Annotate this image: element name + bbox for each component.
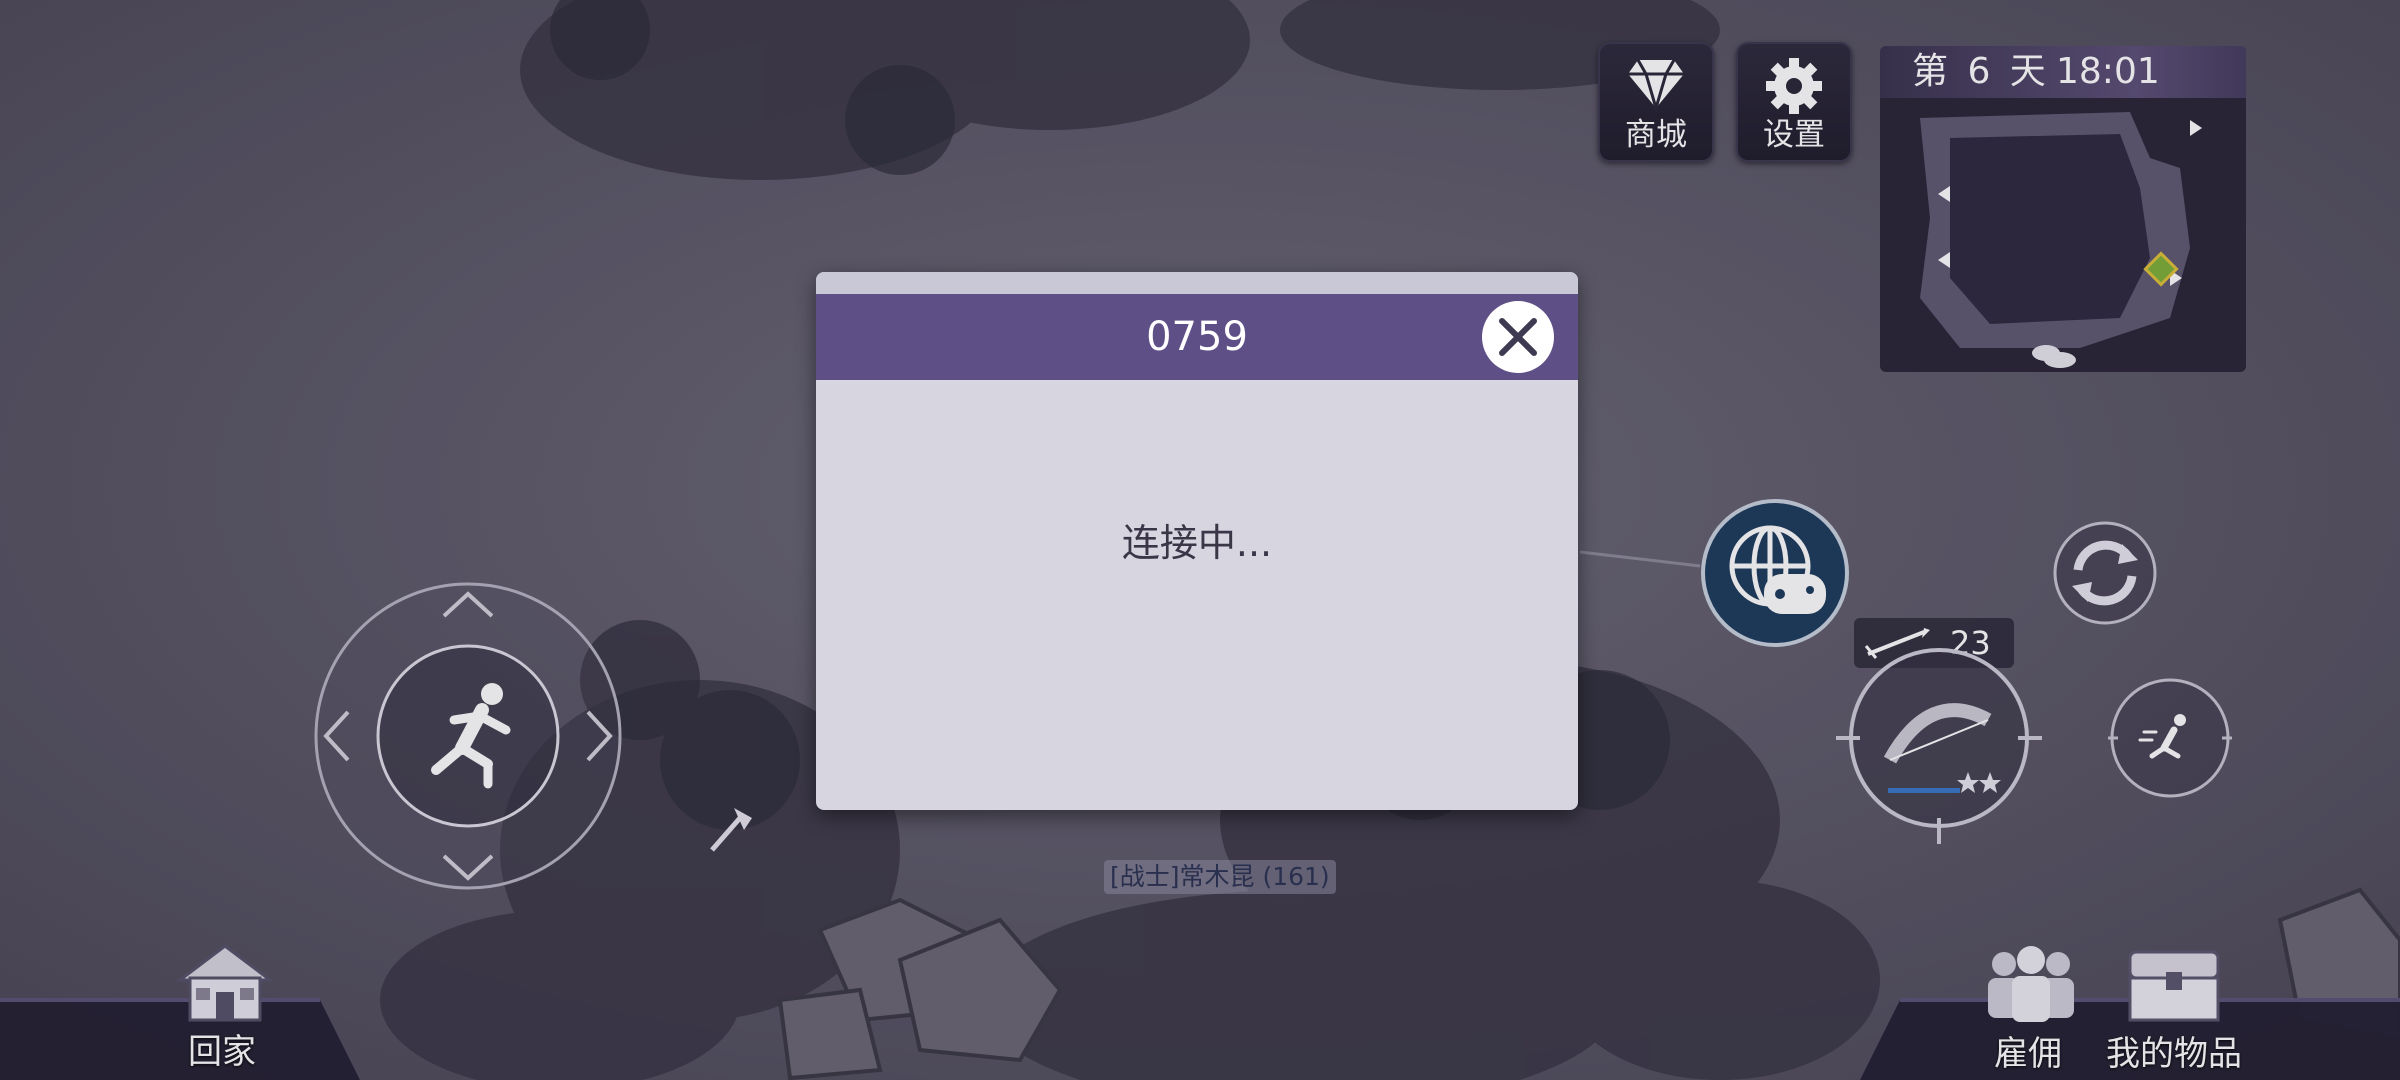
dialog-message: 连接中... <box>1121 521 1273 565</box>
dialog-header: 0759 <box>816 294 1578 380</box>
dialog-top-strip <box>816 272 1578 294</box>
close-icon <box>1499 318 1537 356</box>
dialog-title: 0759 <box>1146 314 1248 360</box>
connecting-dialog: 0759 连接中... <box>816 272 1578 810</box>
close-button[interactable] <box>1482 301 1554 373</box>
